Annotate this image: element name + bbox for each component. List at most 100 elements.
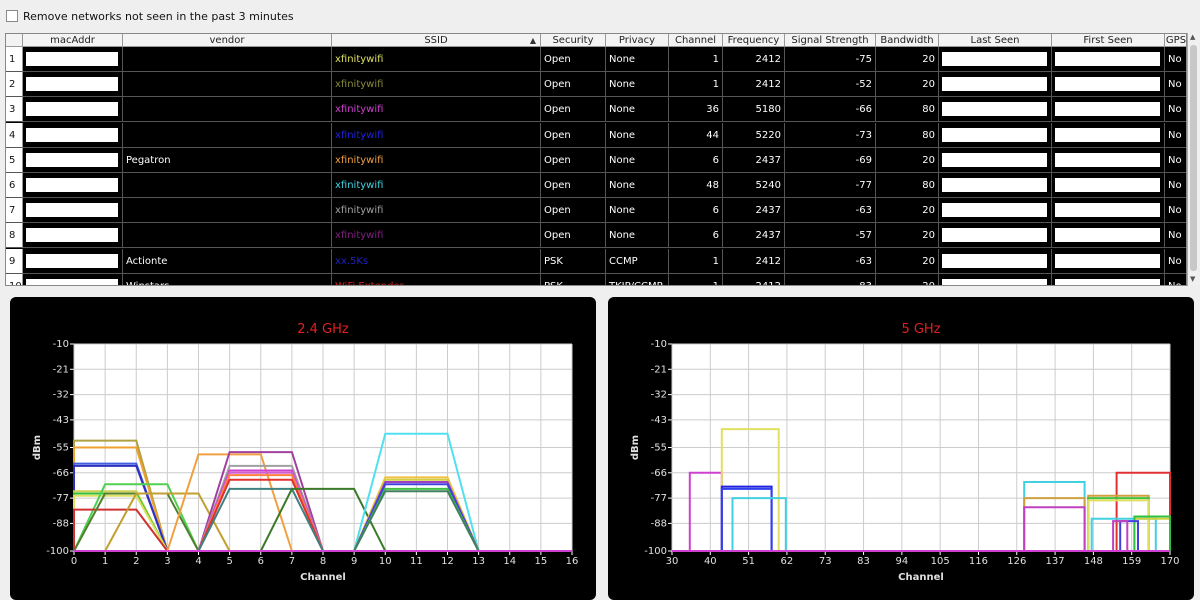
ssid-cell: WiFi Extender — [332, 273, 541, 285]
gps-cell: No — [1165, 198, 1186, 224]
privacy-cell: None — [606, 47, 669, 72]
y-tick-label: -43 — [53, 415, 69, 426]
redacted-value — [26, 253, 118, 268]
table-row[interactable]: 4 xfinitywifi Open None 44 5220 -73 80 No — [6, 122, 1186, 148]
column-header-bandwidth[interactable]: Bandwidth — [876, 34, 939, 47]
last-seen-cell — [939, 273, 1052, 285]
privacy-cell: TKIP/CCMP — [606, 273, 669, 285]
first-seen-cell — [1052, 122, 1165, 148]
redacted-value — [942, 178, 1047, 192]
security-cell: Open — [541, 173, 606, 198]
last-seen-cell — [939, 223, 1052, 249]
frequency-cell: 2437 — [723, 223, 785, 249]
frequency-cell: 5240 — [723, 173, 785, 198]
channel-cell: 48 — [669, 173, 723, 198]
redacted-value — [26, 152, 118, 167]
remove-stale-checkbox[interactable] — [6, 10, 18, 22]
column-header-channel[interactable]: Channel — [669, 34, 723, 47]
y-tick-label: -43 — [651, 415, 667, 426]
privacy-cell: None — [606, 97, 669, 123]
vendor-cell — [123, 97, 332, 123]
column-header-macaddr[interactable]: macAddr — [23, 34, 123, 47]
x-tick-label: 40 — [704, 556, 717, 567]
vendor-cell: Winstars — [123, 273, 332, 285]
redacted-value — [1055, 278, 1160, 285]
redacted-value — [26, 178, 118, 192]
channel-cell: 6 — [669, 198, 723, 224]
gps-cell: No — [1165, 249, 1186, 274]
last-seen-cell — [939, 147, 1052, 173]
chart-panel-24ghz: 2.4 GHz -10 -21 -32 -43 -55 -66 -77 -88 -100 0 1 2 3 4… — [10, 297, 596, 600]
table-row[interactable]: 1 xfinitywifi Open None 1 2412 -75 20 No — [6, 47, 1186, 72]
ssid-cell: xfinitywifi — [332, 72, 541, 98]
column-header-frequency[interactable]: Frequency — [723, 34, 785, 47]
bandwidth-cell: 20 — [876, 248, 939, 274]
table-row[interactable]: 5 Pegatron xfinitywifi Open None 6 2437 -69 20 No — [6, 147, 1186, 173]
redacted-value — [942, 253, 1047, 268]
redacted-value — [1055, 77, 1160, 92]
bandwidth-cell: 20 — [876, 147, 939, 173]
x-tick-label: 5 — [226, 556, 232, 567]
column-header-signal-strength[interactable]: Signal Strength — [785, 34, 876, 47]
x-tick-label: 148 — [1084, 556, 1103, 567]
gps-cell: No — [1165, 47, 1186, 72]
mac-cell — [23, 72, 123, 98]
table-row[interactable]: 8 xfinitywifi Open None 6 2437 -57 20 No — [6, 223, 1186, 249]
bandwidth-cell: 20 — [876, 273, 939, 285]
signal-cell: -75 — [785, 47, 876, 72]
table-header: macAddr vendor SSID ▲ Security Privacy Channel… — [6, 34, 1186, 47]
redacted-value — [26, 228, 118, 243]
table-row[interactable]: 10 WinstarsWiFi ExtenderPSKTKIP/CCMP12412… — [6, 273, 1186, 285]
column-header-gps[interactable]: GPS — [1165, 34, 1186, 47]
x-tick-label: 8 — [320, 556, 326, 567]
column-header-vendor[interactable]: vendor — [123, 34, 332, 47]
signal-cell: -83 — [785, 273, 876, 285]
y-tick-label: -66 — [53, 468, 69, 479]
last-seen-cell — [939, 248, 1052, 274]
column-header-ssid[interactable]: SSID ▲ — [332, 34, 541, 47]
sort-ascending-icon: ▲ — [529, 36, 536, 45]
frequency-cell: 2412 — [723, 248, 785, 274]
scroll-thumb[interactable] — [1190, 45, 1197, 271]
ssid-cell: xfinitywifi — [332, 173, 541, 198]
x-tick-label: 9 — [351, 556, 357, 567]
row-number: 2 — [6, 72, 23, 98]
table-row[interactable]: 2 xfinitywifi Open None 1 2412 -52 20 No — [6, 72, 1186, 98]
column-header-first-seen[interactable]: First Seen — [1052, 34, 1165, 47]
ssid-cell: xfinitywifi — [332, 97, 541, 123]
y-tick-label: -88 — [651, 518, 667, 529]
column-header-privacy[interactable]: Privacy — [606, 34, 669, 47]
y-tick-label: -55 — [651, 443, 667, 454]
scroll-up-icon[interactable]: ▲ — [1190, 33, 1195, 41]
bandwidth-cell: 80 — [876, 122, 939, 148]
redacted-value — [942, 102, 1047, 117]
x-tick-label: 13 — [472, 556, 485, 567]
x-tick-label: 105 — [931, 556, 950, 567]
gps-cell: No — [1165, 223, 1186, 249]
channel-cell: 1 — [669, 47, 723, 72]
mac-cell — [23, 248, 123, 274]
x-tick-label: 83 — [857, 556, 870, 567]
table-row[interactable]: 9 Actionte xx.5Ks PSK CCMP 1 2412 -63 20 No — [6, 248, 1186, 274]
column-header-security[interactable]: Security — [541, 34, 606, 47]
row-number: 6 — [6, 173, 23, 198]
table-row[interactable]: 6 xfinitywifi Open None 48 5240 -77 80 No — [6, 173, 1186, 198]
redacted-value — [1055, 102, 1160, 117]
privacy-cell: None — [606, 173, 669, 198]
scroll-down-icon[interactable]: ▼ — [1190, 275, 1195, 283]
frequency-cell: 2437 — [723, 147, 785, 173]
ssid-cell: xx.5Ks — [332, 248, 541, 274]
y-tick-label: -10 — [651, 339, 667, 350]
table-scrollbar[interactable]: ▲ ▼ — [1187, 33, 1199, 286]
table-row[interactable]: 3 xfinitywifi Open None 36 5180 -66 80 No — [6, 97, 1186, 123]
x-tick-label: 2 — [133, 556, 139, 567]
x-tick-label: 6 — [258, 556, 264, 567]
channel-cell: 1 — [669, 248, 723, 274]
mac-cell — [23, 47, 123, 72]
row-number: 10 — [6, 273, 23, 285]
table-row[interactable]: 7 xfinitywifi Open None 6 2437 -63 20 No — [6, 198, 1186, 224]
bandwidth-cell: 20 — [876, 223, 939, 249]
y-tick-label: -66 — [651, 468, 667, 479]
column-header-last-seen[interactable]: Last Seen — [939, 34, 1052, 47]
x-tick-label: 51 — [742, 556, 755, 567]
